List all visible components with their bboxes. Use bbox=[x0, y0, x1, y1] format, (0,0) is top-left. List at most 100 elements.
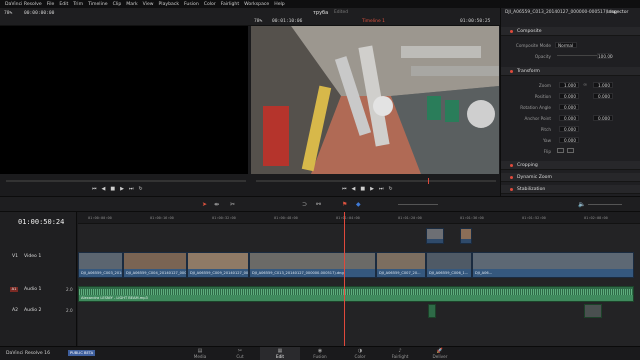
trim-tool-icon[interactable]: ⇹ bbox=[214, 201, 219, 208]
skip-end-icon[interactable]: ⏭ bbox=[379, 186, 384, 192]
play-icon[interactable]: ▶ bbox=[120, 186, 124, 192]
timeline-clip[interactable]: DJI_A06559_C004_20140127_0000... bbox=[123, 252, 187, 278]
blade-tool-icon[interactable]: ✂ bbox=[230, 201, 235, 208]
menu-timeline[interactable]: Timeline bbox=[88, 2, 108, 7]
speaker-icon[interactable]: 🔈 bbox=[578, 201, 585, 208]
skip-start-icon[interactable]: ⏮ bbox=[92, 186, 97, 192]
position-x-field[interactable]: 0.000 bbox=[559, 93, 579, 99]
play-reverse-icon[interactable]: ◀ bbox=[102, 186, 106, 192]
cropping-section[interactable]: Cropping bbox=[501, 161, 640, 170]
zoom-x-field[interactable]: 1.000 bbox=[559, 82, 579, 88]
composite-mode-select[interactable]: Normal bbox=[555, 42, 577, 48]
menu-fairlight[interactable]: Fairlight bbox=[221, 2, 239, 7]
yaw-field[interactable]: 0.000 bbox=[559, 137, 579, 143]
timeline-clip[interactable] bbox=[426, 228, 444, 244]
timeline-clip[interactable] bbox=[460, 228, 472, 244]
menu-workspace[interactable]: Workspace bbox=[244, 2, 269, 7]
opacity-slider[interactable] bbox=[557, 55, 597, 56]
composite-section[interactable]: Composite bbox=[501, 27, 640, 36]
menu-playback[interactable]: Playback bbox=[159, 2, 180, 7]
video-track-name[interactable]: Video 1 bbox=[24, 254, 41, 259]
menu-help[interactable]: Help bbox=[274, 2, 284, 7]
timeline-clip[interactable]: DJI_A06559_C006_1... bbox=[426, 252, 472, 278]
play-icon[interactable]: ▶ bbox=[370, 186, 374, 192]
zoom-y-field[interactable]: 1.000 bbox=[593, 82, 613, 88]
menu-fusion[interactable]: Fusion bbox=[184, 2, 199, 7]
transform-section[interactable]: Transform bbox=[501, 67, 640, 76]
audio-clip[interactable]: Alexandra LESNIY - LIGHT BEAM.mp3 bbox=[78, 286, 634, 302]
timeline-clip[interactable]: DJI_A06559_C013_20140127_000000-000517).… bbox=[249, 252, 376, 278]
source-viewer[interactable] bbox=[0, 26, 248, 174]
right-zoom[interactable]: 78% bbox=[254, 19, 262, 24]
enabled-dot-icon[interactable] bbox=[510, 69, 513, 73]
track-headers: 01:00:50:24 V1 Video 1 A1 Audio 1 2.0 A2… bbox=[0, 212, 77, 346]
flag-icon[interactable]: ⚑ bbox=[342, 201, 347, 208]
ruler-tick-label: 01:02:08:00 bbox=[584, 216, 608, 220]
rotation-field[interactable]: 0.000 bbox=[559, 104, 579, 110]
menu-clip[interactable]: Clip bbox=[113, 2, 122, 7]
timeline-ruler[interactable]: 01:00:00:00 01:00:16:00 01:00:32:00 01:0… bbox=[78, 212, 640, 224]
enabled-dot-icon[interactable] bbox=[510, 187, 513, 191]
skip-end-icon[interactable]: ⏭ bbox=[129, 186, 134, 192]
menu-view[interactable]: View bbox=[143, 2, 154, 7]
timeline-playhead[interactable] bbox=[344, 212, 345, 346]
enabled-dot-icon[interactable] bbox=[510, 163, 513, 167]
snapping-icon[interactable]: ⊃ bbox=[302, 201, 307, 208]
audio-clip[interactable] bbox=[428, 304, 436, 318]
loop-icon[interactable]: ↻ bbox=[388, 186, 392, 192]
ruler-tick-label: 01:00:16:00 bbox=[150, 216, 174, 220]
anchor-x-field[interactable]: 0.000 bbox=[559, 115, 579, 121]
source-scrubber[interactable] bbox=[6, 180, 246, 182]
timeline-clip[interactable]: DJI_A06559_C003_2014... bbox=[78, 252, 123, 278]
flip-horizontal-icon[interactable] bbox=[557, 148, 564, 153]
stabilization-section[interactable]: Stabilization bbox=[501, 185, 640, 194]
dynamic-zoom-section[interactable]: Dynamic Zoom bbox=[501, 173, 640, 182]
timeline-scrubber[interactable] bbox=[256, 180, 496, 182]
link-icon[interactable]: ∞ bbox=[583, 82, 587, 88]
left-zoom[interactable]: 78% bbox=[4, 11, 12, 16]
audio1-track-name[interactable]: Audio 1 bbox=[24, 287, 41, 292]
menu-trim[interactable]: Trim bbox=[73, 2, 83, 7]
page-edit[interactable]: ▦ Edit bbox=[260, 347, 300, 360]
flip-vertical-icon[interactable] bbox=[567, 148, 574, 153]
timeline-name[interactable]: Timeline 1 bbox=[362, 19, 385, 24]
enabled-dot-icon[interactable] bbox=[510, 175, 513, 179]
audio-clip[interactable] bbox=[584, 304, 602, 318]
viewer-playhead[interactable] bbox=[428, 178, 429, 184]
color-icon: ◑ bbox=[357, 348, 363, 354]
audio2-track-name[interactable]: Audio 2 bbox=[24, 308, 41, 313]
page-media[interactable]: ▤ Media bbox=[180, 347, 220, 360]
skip-start-icon[interactable]: ⏮ bbox=[342, 186, 347, 192]
page-cut[interactable]: ✂ Cut bbox=[220, 347, 260, 360]
menu-app[interactable]: DaVinci Resolve bbox=[5, 2, 42, 7]
loop-icon[interactable]: ↻ bbox=[138, 186, 142, 192]
anchor-y-field[interactable]: 0.000 bbox=[593, 115, 613, 121]
timeline-viewer[interactable] bbox=[251, 26, 499, 174]
timeline-clip[interactable]: DJI_A06... bbox=[472, 252, 634, 278]
stop-icon[interactable]: ■ bbox=[110, 186, 115, 192]
page-fusion[interactable]: ◉ Fusion bbox=[300, 347, 340, 360]
menu-file[interactable]: File bbox=[47, 2, 55, 7]
page-color[interactable]: ◑ Color bbox=[340, 347, 380, 360]
volume-slider[interactable] bbox=[588, 204, 622, 205]
menu-mark[interactable]: Mark bbox=[126, 2, 137, 7]
marker-icon[interactable]: ◆ bbox=[356, 201, 361, 208]
selection-tool-icon[interactable]: ➤ bbox=[202, 201, 207, 208]
timeline-clip[interactable]: DJI_A06559_C007_20... bbox=[376, 252, 426, 278]
link-clips-icon[interactable]: ⚯ bbox=[316, 201, 321, 208]
stop-icon[interactable]: ■ bbox=[360, 186, 365, 192]
timeline-clip[interactable]: DJI_A06559_C009_20140127_0000... bbox=[187, 252, 249, 278]
enabled-dot-icon[interactable] bbox=[510, 29, 513, 33]
inspector-title[interactable]: Inspector bbox=[607, 10, 628, 15]
play-reverse-icon[interactable]: ◀ bbox=[352, 186, 356, 192]
timeline-area[interactable]: 01:00:00:00 01:00:16:00 01:00:32:00 01:0… bbox=[78, 212, 640, 346]
position-y-field[interactable]: 0.000 bbox=[593, 93, 613, 99]
page-deliver[interactable]: 🚀 Deliver bbox=[420, 347, 460, 360]
menu-edit[interactable]: Edit bbox=[59, 2, 68, 7]
page-fairlight[interactable]: ♪ Fairlight bbox=[380, 347, 420, 360]
brand-label: DaVinci Resolve 16 bbox=[6, 351, 50, 356]
pitch-field[interactable]: 0.000 bbox=[559, 126, 579, 132]
menu-color[interactable]: Color bbox=[204, 2, 216, 7]
zoom-slider[interactable] bbox=[398, 204, 438, 205]
opacity-field[interactable]: 100.00 bbox=[597, 53, 613, 59]
